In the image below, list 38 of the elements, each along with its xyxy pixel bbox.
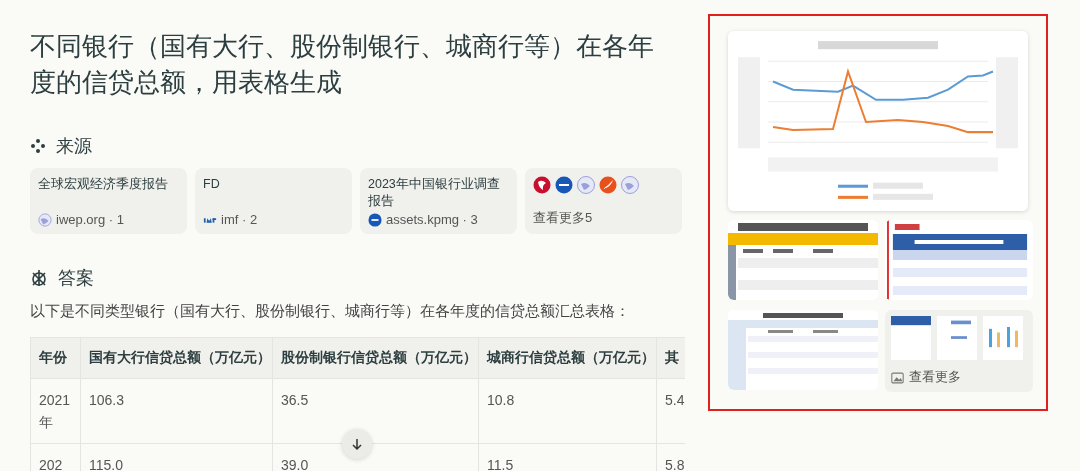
source-card[interactable]: 2023年中国银行业调查报告 assets.kpmg · 3	[360, 168, 517, 234]
source-site: iwep.org · 1	[56, 212, 124, 227]
dots-icon	[30, 138, 46, 154]
logo-icon	[368, 212, 382, 227]
table-cell: 2021年	[30, 378, 81, 444]
site-logo-icon	[555, 176, 573, 194]
site-logo-icon	[621, 176, 639, 194]
column-header: 股份制银行信贷总额（万亿元）	[272, 337, 479, 379]
source-title: 2023年中国银行业调查报告	[368, 176, 501, 210]
scroll-down-button[interactable]	[342, 429, 372, 459]
source-card[interactable]: FD imf · 2	[195, 168, 352, 234]
source-title: FD	[203, 176, 221, 193]
source-site: assets.kpmg · 3	[386, 212, 478, 227]
question-title: 不同银行（国有大行、股份制银行、城商行等）在各年度的信贷总额，用表格生成	[30, 30, 655, 99]
column-header: 城商行信贷总额（万亿元）	[478, 337, 657, 379]
column-header: 其	[656, 337, 685, 379]
source-site: imf · 2	[221, 212, 258, 227]
down-arrow-icon	[350, 437, 364, 451]
section-heading: 答案	[58, 267, 94, 290]
view-more-label: 查看更多	[909, 369, 961, 386]
table-cell: 10.8	[478, 378, 657, 444]
site-logo-icon	[577, 176, 595, 194]
view-more-card[interactable]: 查看更多	[885, 310, 1033, 392]
site-logo-icon	[599, 176, 617, 194]
site-logo-icon	[533, 176, 551, 194]
source-title: 全球宏观经济季度报告	[38, 176, 169, 193]
more-sources-card[interactable]: 查看更多5	[525, 168, 682, 234]
section-heading: 来源	[56, 135, 92, 158]
column-header: 国有大行信贷总额（万亿元）	[80, 337, 273, 379]
answer-icon	[30, 269, 48, 287]
table-cell: 202	[30, 443, 81, 471]
view-more-link[interactable]: 查看更多5	[533, 209, 674, 227]
table-cell: 106.3	[80, 378, 273, 444]
globe-icon	[38, 212, 52, 227]
column-header: 年份	[30, 337, 81, 379]
answer-text: 以下是不同类型银行（国有大行、股份制银行、城商行等）在各年度的信贷总额汇总表格：	[30, 302, 631, 321]
image-icon	[891, 371, 904, 384]
source-card[interactable]: 全球宏观经济季度报告 iwep.org · 1	[30, 168, 187, 234]
